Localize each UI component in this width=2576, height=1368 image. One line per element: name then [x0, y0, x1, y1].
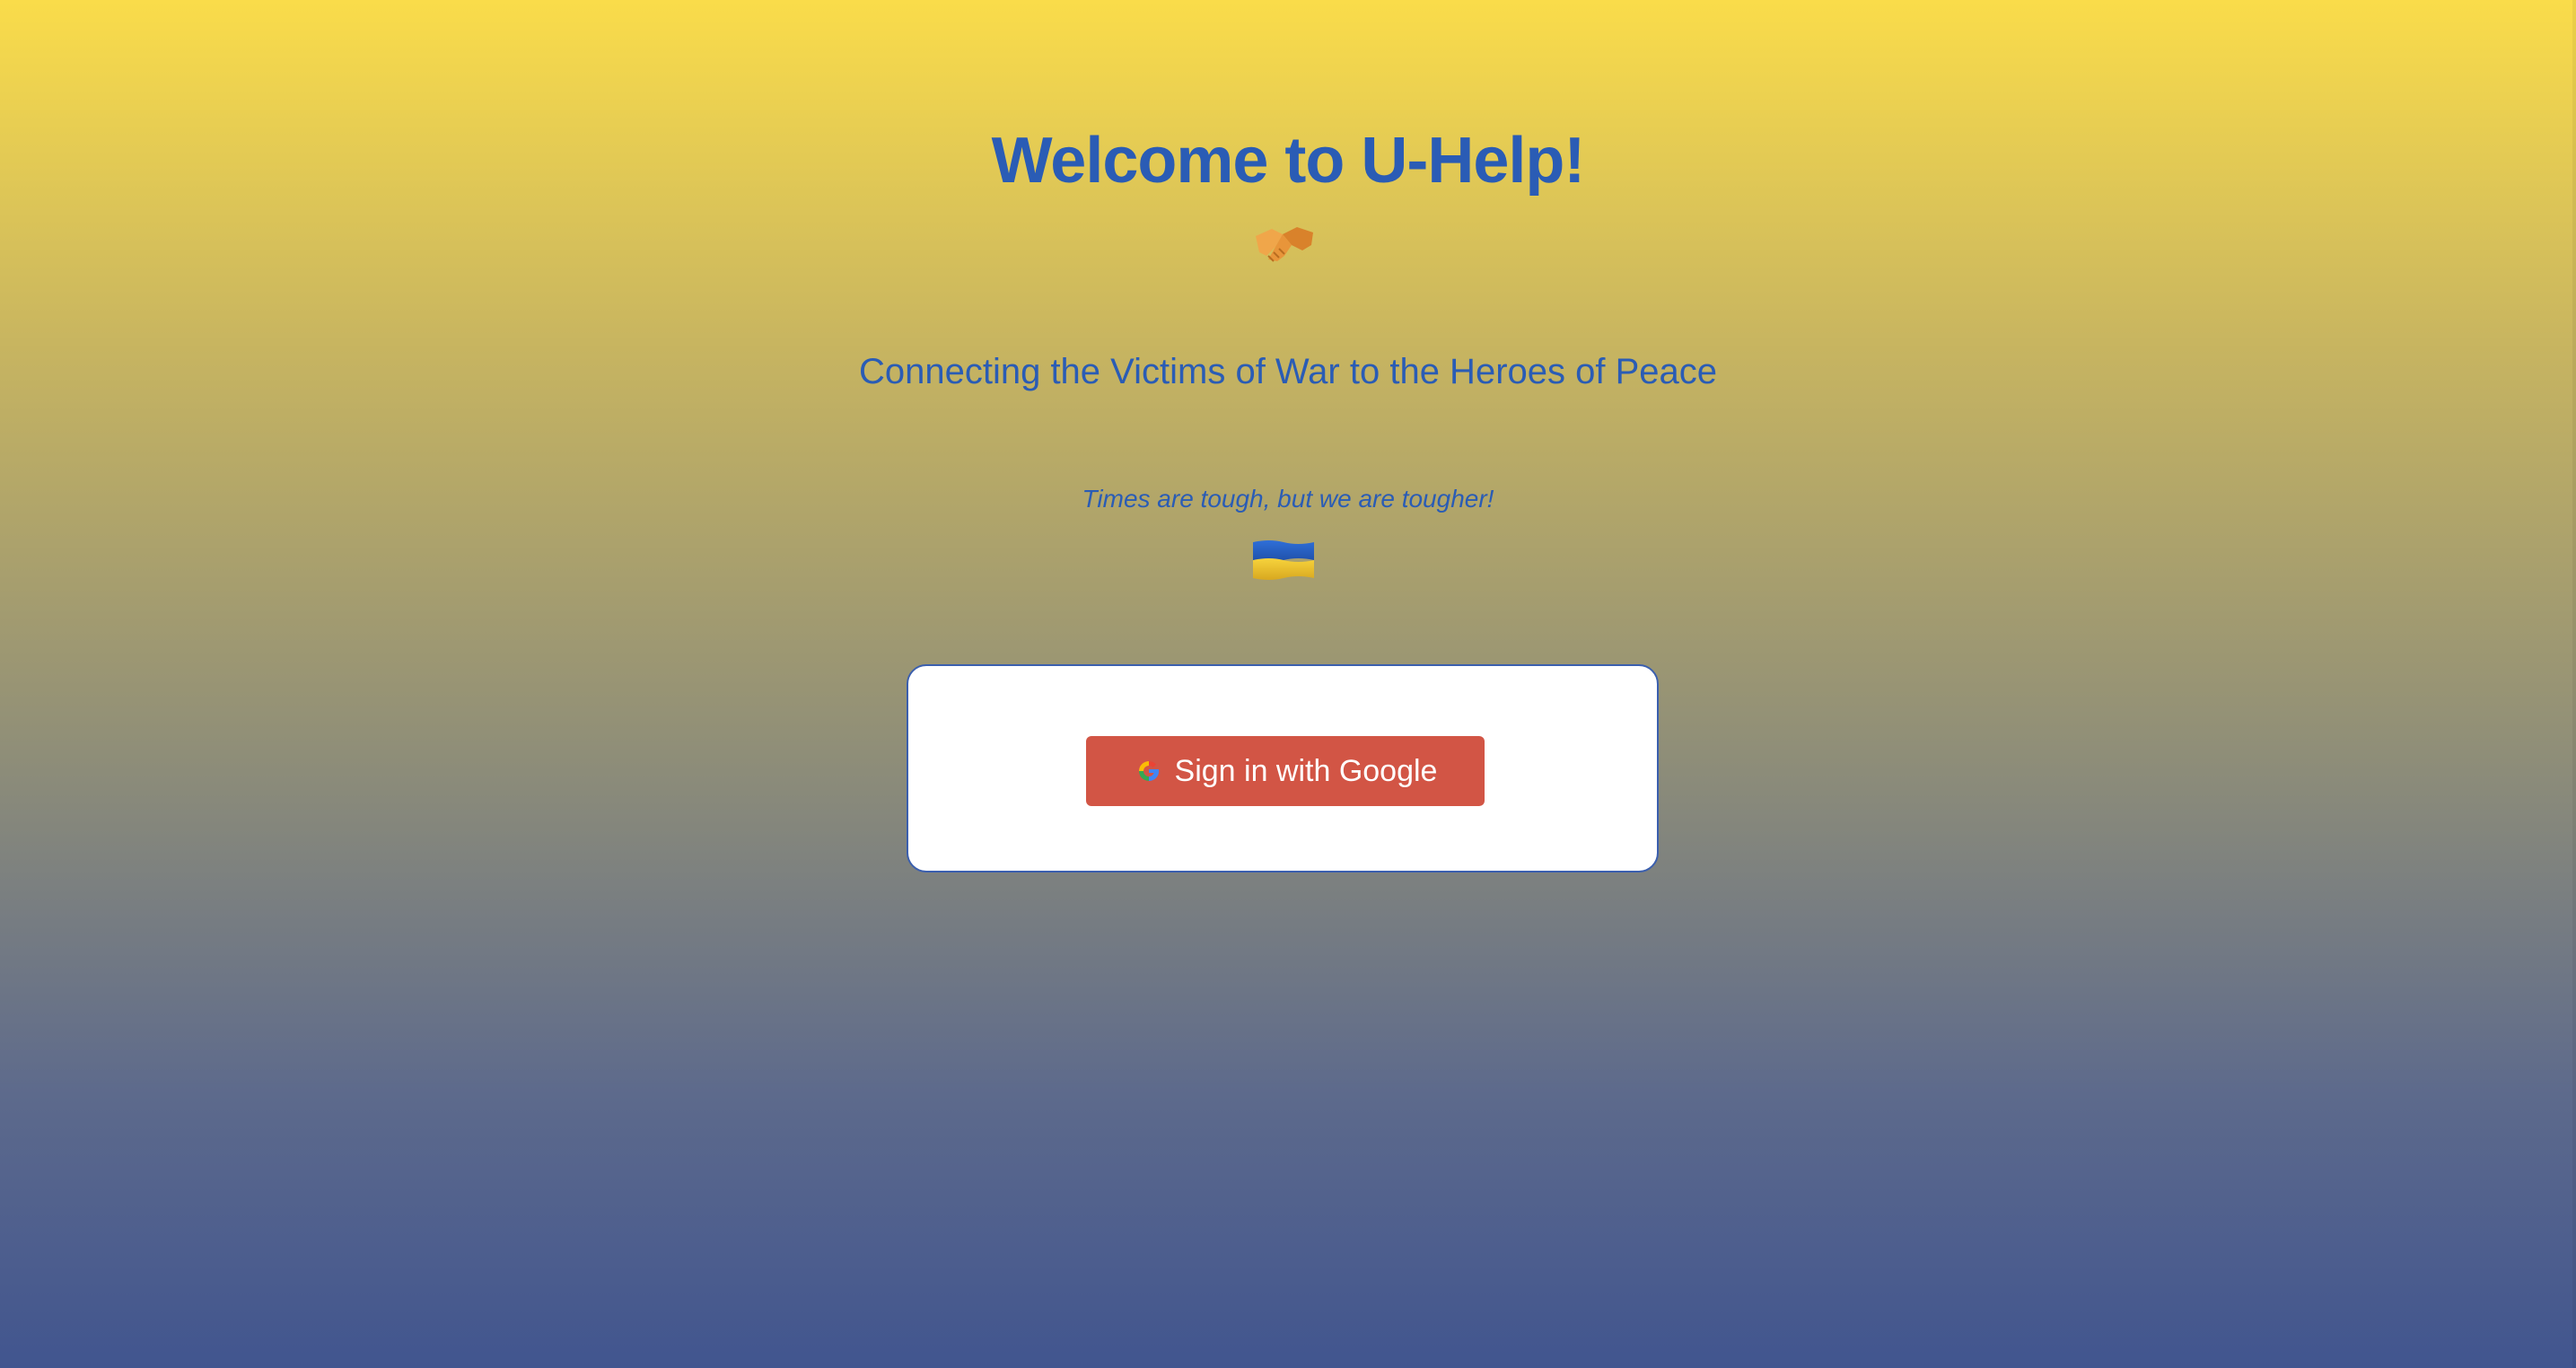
landing-page: Welcome to U-Help! Connecting the Victim… — [0, 0, 2576, 1368]
page-subtitle: Connecting the Victims of War to the Her… — [858, 352, 1718, 391]
google-signin-button[interactable]: Sign in with Google — [1086, 736, 1485, 806]
ukraine-flag-icon — [1253, 540, 1314, 580]
page-title: Welcome to U-Help! — [991, 125, 1586, 197]
google-icon — [1138, 761, 1159, 782]
tagline: Times are tough, but we are tougher! — [1082, 485, 1494, 513]
signin-card: Sign in with Google — [907, 664, 1659, 873]
handshake-icon — [1256, 227, 1313, 262]
google-signin-label: Sign in with Google — [1174, 753, 1438, 788]
page-scrollbar[interactable] — [2572, 0, 2576, 1368]
